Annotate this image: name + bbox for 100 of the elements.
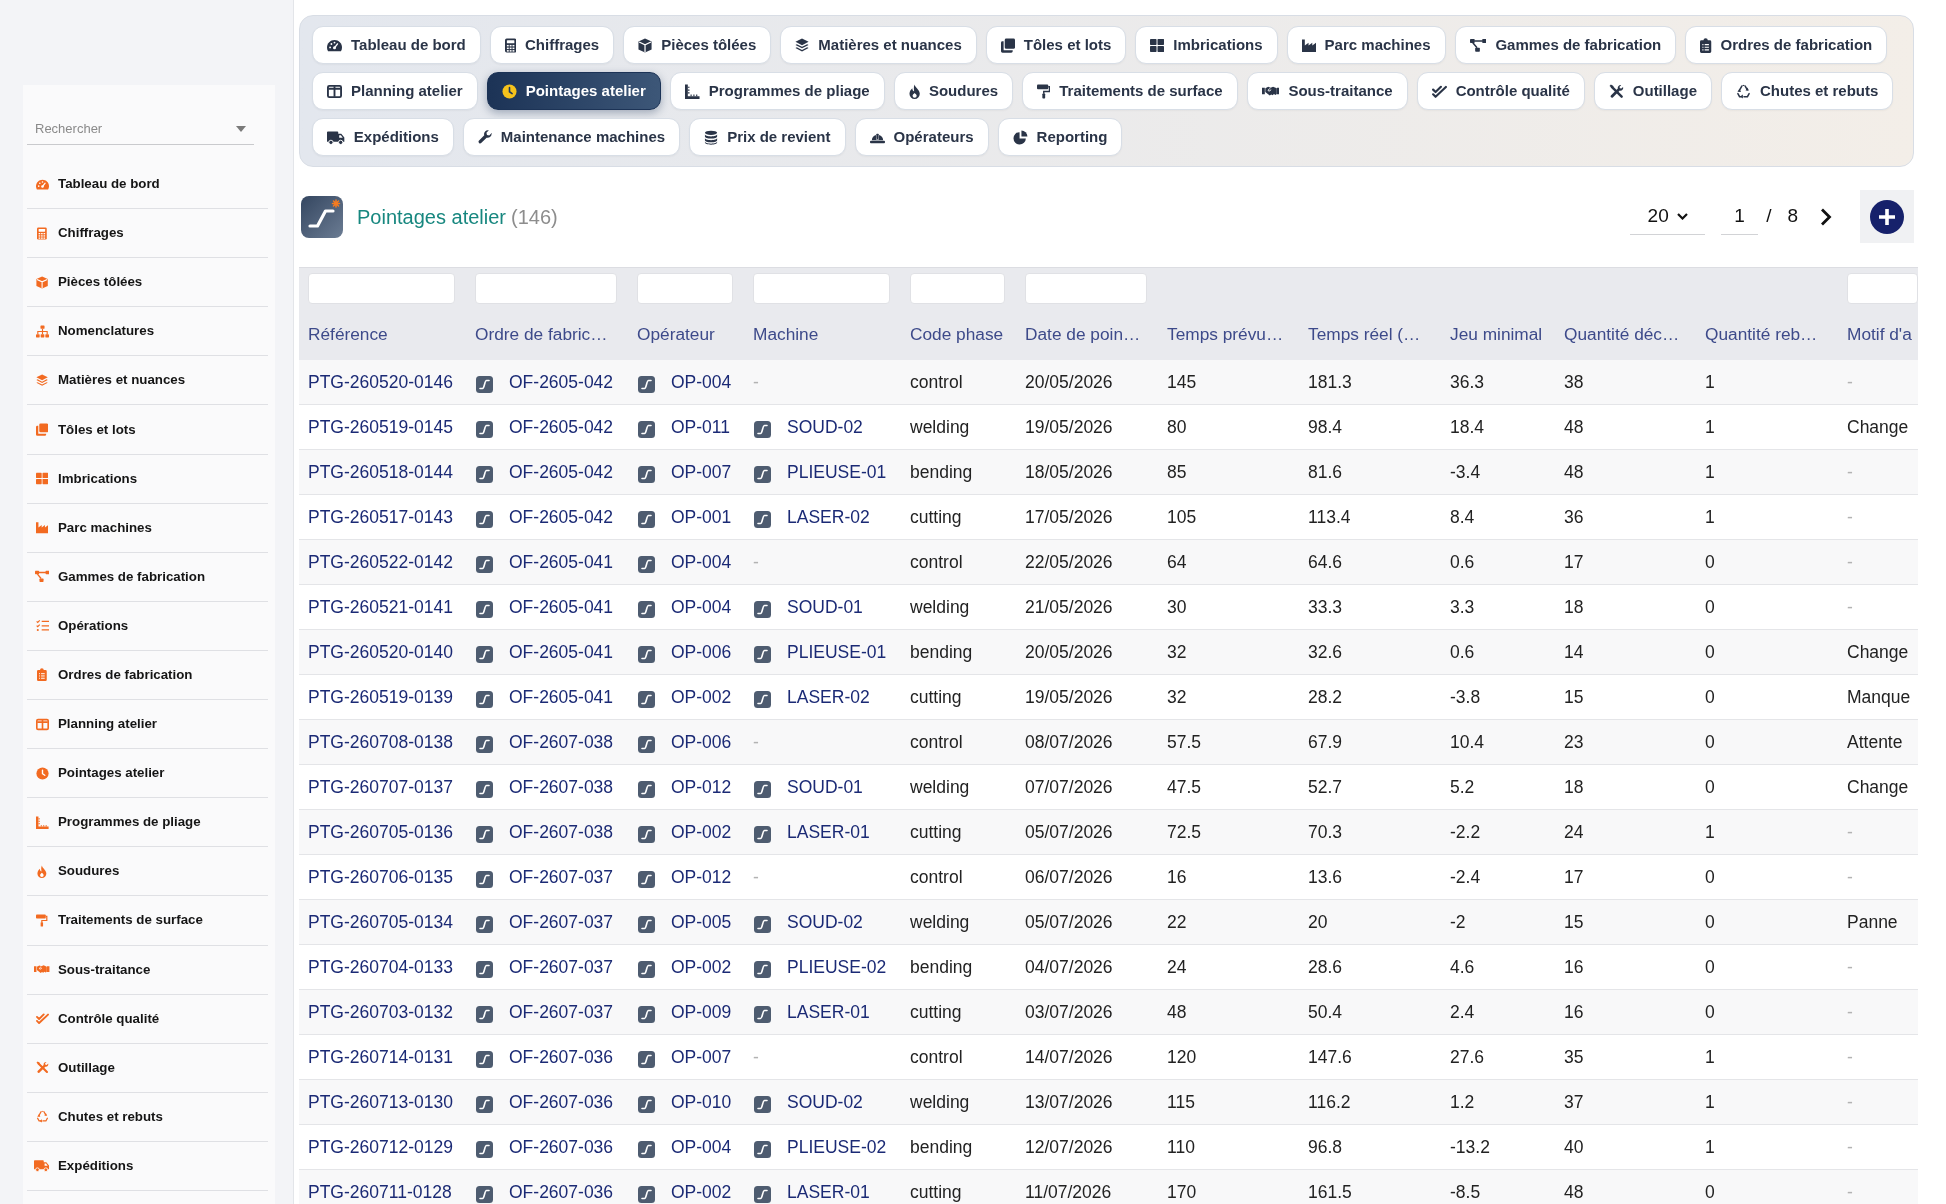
sidebar-item[interactable]: Pointages atelier [27,749,268,799]
column-header[interactable]: Opérateur [637,322,715,348]
reference-link[interactable]: PTG-260708-0138 [308,728,453,756]
column-header[interactable]: Référence [308,322,388,348]
operator-link[interactable]: OP-002 [671,818,732,846]
tab[interactable]: Opérateurs [854,118,989,156]
column-header[interactable]: Temps réel (… [1308,322,1421,348]
tab[interactable]: Prix de revient [689,118,846,156]
filter-field[interactable] [637,273,733,304]
filter-field[interactable] [753,273,890,304]
operator-link[interactable]: OP-002 [671,1178,732,1204]
search-field[interactable]: Rechercher [27,113,254,145]
operator-link[interactable]: OP-006 [671,728,732,756]
column-header[interactable]: Ordre de fabric… [475,322,608,348]
column-header[interactable]: Quantité déc… [1564,322,1680,348]
tab[interactable]: Maintenance machines [462,118,681,156]
add-button[interactable] [1860,190,1914,243]
sidebar-item[interactable]: Pièces tôlées [27,258,268,308]
tab[interactable]: Traitements de surface [1022,72,1238,110]
machine-link[interactable]: SOUD-01 [787,593,863,621]
tab[interactable]: Expéditions [312,118,454,156]
order-link[interactable]: OF-2607-037 [509,953,614,981]
page-size-select[interactable]: 20 [1630,198,1706,235]
column-header[interactable]: Code phase [910,322,1004,348]
order-link[interactable]: OF-2607-036 [509,1088,614,1116]
operator-link[interactable]: OP-010 [671,1088,732,1116]
reference-link[interactable]: PTG-260703-0132 [308,998,453,1026]
operator-link[interactable]: OP-007 [671,458,732,486]
operator-link[interactable]: OP-012 [671,863,732,891]
sidebar-item[interactable]: Parc machines [27,503,268,553]
machine-link[interactable]: LASER-02 [787,503,870,531]
tab[interactable]: Soudures [893,72,1014,110]
operator-link[interactable]: OP-011 [671,413,730,441]
tab[interactable]: Programmes de pliage [669,72,885,110]
sidebar-item[interactable]: Ordres de fabrication [27,650,268,701]
reference-link[interactable]: PTG-260522-0142 [308,548,453,576]
sidebar-item[interactable]: Tôles et lots [27,405,268,455]
filter-field[interactable] [1025,273,1147,304]
next-page-button[interactable] [1820,207,1832,226]
tab[interactable]: Reporting [997,118,1123,156]
reference-link[interactable]: PTG-260707-0137 [308,773,453,801]
sidebar-item[interactable]: Programmes de pliage [27,798,268,848]
operator-link[interactable]: OP-004 [671,368,732,396]
operator-link[interactable]: OP-009 [671,998,732,1026]
sidebar-item[interactable]: Nomenclatures [27,307,268,357]
operator-link[interactable]: OP-007 [671,1043,732,1071]
tab[interactable]: Tableau de bord [312,26,481,64]
tab[interactable]: Pièces tôlées [623,26,772,64]
order-link[interactable]: OF-2607-038 [509,818,614,846]
column-header[interactable]: Date de poin… [1025,322,1141,348]
reference-link[interactable]: PTG-260519-0139 [308,683,453,711]
tab[interactable]: Chutes et rebuts [1721,72,1894,110]
tab[interactable]: Gammes de fabrication [1454,26,1677,64]
reference-link[interactable]: PTG-260705-0136 [308,818,453,846]
sidebar-item[interactable]: Opérations [27,601,268,651]
machine-link[interactable]: SOUD-01 [787,773,863,801]
sidebar-item[interactable]: Chutes et rebuts [27,1092,268,1142]
reference-link[interactable]: PTG-260520-0146 [308,368,453,396]
machine-link[interactable]: SOUD-02 [787,908,863,936]
order-link[interactable]: OF-2605-042 [509,368,614,396]
machine-link[interactable]: SOUD-02 [787,413,863,441]
machine-link[interactable]: PLIEUSE-02 [787,1133,887,1161]
operator-link[interactable]: OP-002 [671,683,732,711]
machine-link[interactable]: LASER-01 [787,998,870,1026]
order-link[interactable]: OF-2605-041 [509,593,614,621]
machine-link[interactable]: LASER-02 [787,683,870,711]
filter-field[interactable] [308,273,455,304]
tab[interactable]: Tôles et lots [985,26,1127,64]
order-link[interactable]: OF-2605-042 [509,413,614,441]
operator-link[interactable]: OP-006 [671,638,732,666]
sidebar-item[interactable]: Sous-traitance [27,945,268,995]
tab[interactable]: Planning atelier [312,72,478,110]
order-link[interactable]: OF-2605-042 [509,503,614,531]
sidebar-item[interactable]: Tableau de bord [27,160,268,210]
order-link[interactable]: OF-2605-041 [509,548,614,576]
tab[interactable]: Imbrications [1135,26,1278,64]
order-link[interactable]: OF-2607-038 [509,728,614,756]
order-link[interactable]: OF-2607-037 [509,908,614,936]
filter-field[interactable] [475,273,617,304]
tab[interactable]: Outillage [1593,72,1712,110]
machine-link[interactable]: SOUD-02 [787,1088,863,1116]
tab[interactable]: Sous-traitance [1246,72,1408,110]
sidebar-item[interactable]: Contrôle qualité [27,994,268,1044]
operator-link[interactable]: OP-001 [671,503,732,531]
sidebar-item[interactable]: Expéditions [27,1141,268,1191]
column-header[interactable]: Temps prévu… [1167,322,1284,348]
tab[interactable]: Pointages atelier [486,72,661,110]
order-link[interactable]: OF-2605-042 [509,458,614,486]
machine-link[interactable]: PLIEUSE-01 [787,638,887,666]
sidebar-item[interactable]: Chiffrages [27,209,268,259]
operator-link[interactable]: OP-004 [671,1133,732,1161]
reference-link[interactable]: PTG-260517-0143 [308,503,453,531]
reference-link[interactable]: PTG-260714-0131 [308,1043,453,1071]
order-link[interactable]: OF-2607-036 [509,1043,614,1071]
reference-link[interactable]: PTG-260713-0130 [308,1088,453,1116]
operator-link[interactable]: OP-002 [671,953,732,981]
sidebar-item[interactable]: Outillage [27,1043,268,1093]
order-link[interactable]: OF-2607-038 [509,773,614,801]
reference-link[interactable]: PTG-260704-0133 [308,953,453,981]
reference-link[interactable]: PTG-260519-0145 [308,413,453,441]
